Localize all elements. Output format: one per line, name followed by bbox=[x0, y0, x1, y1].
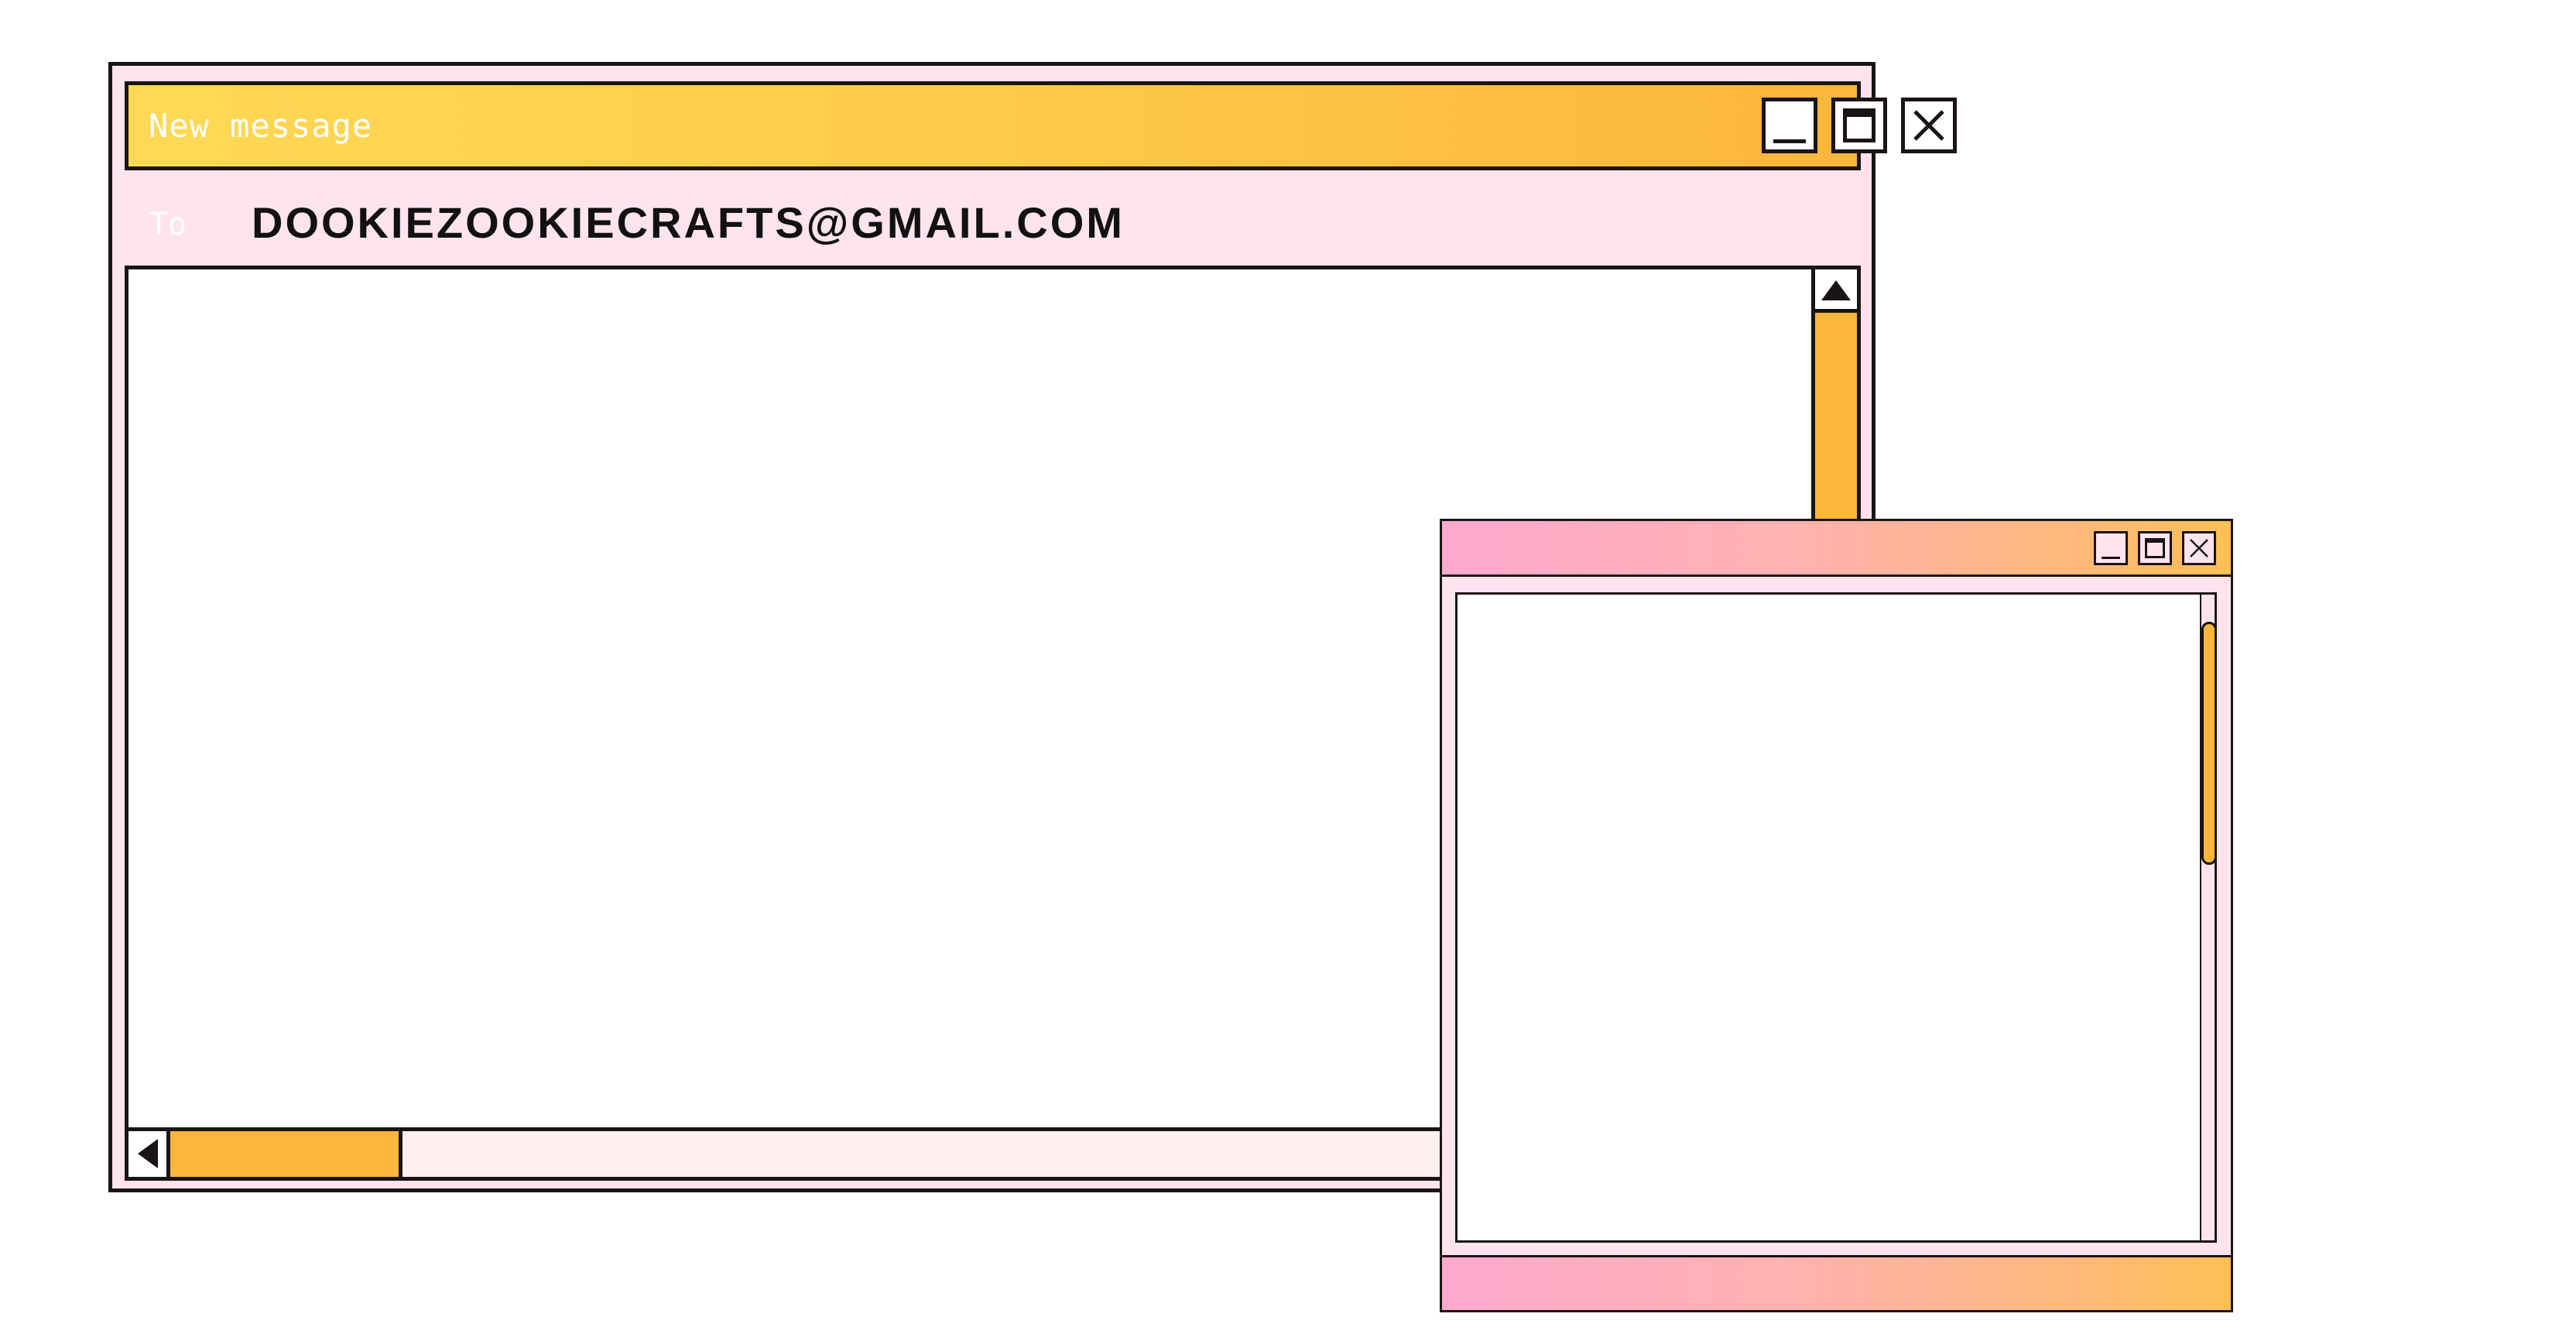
arrow-up-icon bbox=[1821, 280, 1851, 300]
popup-maximize-button[interactable] bbox=[2138, 531, 2172, 565]
maximize-icon bbox=[1843, 108, 1875, 142]
popup-window bbox=[1440, 519, 2233, 1312]
popup-minimize-button[interactable] bbox=[2094, 531, 2128, 565]
minimize-icon bbox=[2102, 557, 2120, 559]
compose-title: New message bbox=[149, 107, 373, 145]
scroll-up-button[interactable] bbox=[1815, 269, 1857, 313]
popup-content[interactable] bbox=[1455, 592, 2202, 1243]
popup-scroll-thumb[interactable] bbox=[2201, 622, 2217, 865]
maximize-icon bbox=[2145, 538, 2165, 558]
close-icon bbox=[1913, 110, 1944, 141]
to-label: To bbox=[149, 207, 187, 242]
close-button[interactable] bbox=[1901, 98, 1957, 153]
arrow-left-icon bbox=[138, 1139, 158, 1168]
recipient-field[interactable]: DOOKIEZOOKIECRAFTS@GMAIL.COM bbox=[252, 197, 1125, 248]
minimize-icon bbox=[1773, 139, 1806, 143]
popup-footer-bar bbox=[1442, 1255, 2231, 1310]
horizontal-scroll-thumb[interactable] bbox=[170, 1131, 402, 1177]
maximize-button[interactable] bbox=[1831, 98, 1887, 153]
popup-close-button[interactable] bbox=[2182, 531, 2216, 565]
compose-title-bar[interactable]: New message bbox=[125, 81, 1957, 170]
minimize-button[interactable] bbox=[1762, 98, 1817, 153]
scroll-left-button[interactable] bbox=[128, 1131, 170, 1177]
popup-title-bar[interactable] bbox=[1442, 521, 2231, 577]
close-icon bbox=[2190, 539, 2208, 557]
